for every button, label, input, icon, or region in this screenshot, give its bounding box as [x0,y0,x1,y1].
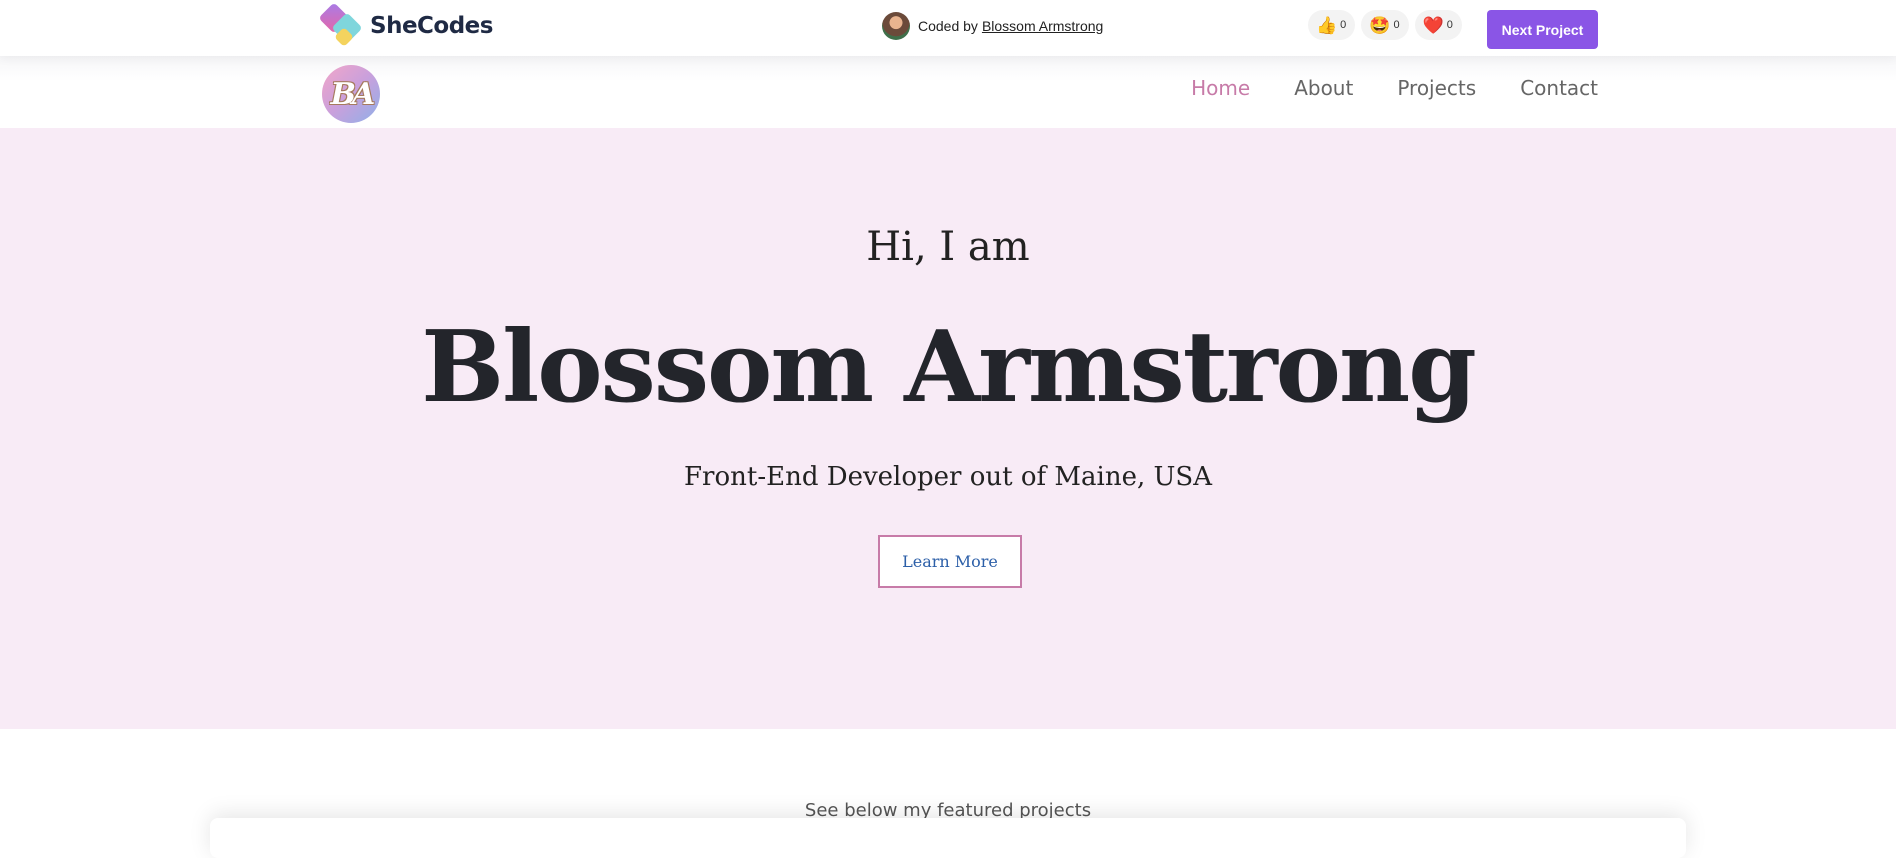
shecodes-logo-icon [318,2,368,48]
reactions: 👍 0 🤩 0 ❤️ 0 [1308,10,1462,40]
nav-link-projects[interactable]: Projects [1397,76,1476,100]
nav-link-about[interactable]: About [1294,76,1353,100]
star-struck-icon: 🤩 [1369,15,1391,35]
heart-icon: ❤️ [1422,15,1444,35]
reaction-star-struck[interactable]: 🤩 0 [1361,10,1409,40]
thumbs-up-icon: 👍 [1316,15,1338,35]
shecodes-brand[interactable]: SheCodes [318,2,493,48]
coded-by-label: Coded by [918,18,978,34]
reaction-heart[interactable]: ❤️ 0 [1414,10,1462,40]
site-logo[interactable]: BA [322,65,380,123]
hero-section: Hi, I am Blossom Armstrong Front-End Dev… [0,128,1896,729]
site-logo-text: BA [330,76,376,112]
hero-greeting: Hi, I am [866,224,1030,270]
author-link[interactable]: Blossom Armstrong [982,18,1103,34]
nav-link-contact[interactable]: Contact [1520,76,1598,100]
site-nav: BA Home About Projects Contact [0,56,1896,128]
author-avatar [882,12,910,40]
coded-by: Coded by Blossom Armstrong [882,12,1103,40]
nav-links: Home About Projects Contact [1191,76,1598,100]
reaction-count: 0 [1393,19,1400,31]
next-project-button[interactable]: Next Project [1487,10,1598,49]
learn-more-button[interactable]: Learn More [878,535,1022,588]
reaction-thumbs-up[interactable]: 👍 0 [1308,10,1356,40]
hero-name: Blossom Armstrong [421,310,1477,425]
project-card-edge [210,818,1686,858]
shecodes-topbar: SheCodes Coded by Blossom Armstrong 👍 0 … [0,0,1896,56]
brand-name: SheCodes [370,13,493,39]
hero-subtitle: Front-End Developer out of Maine, USA [684,462,1212,492]
reaction-count: 0 [1446,19,1453,31]
reaction-count: 0 [1340,19,1347,31]
nav-link-home[interactable]: Home [1191,76,1250,100]
